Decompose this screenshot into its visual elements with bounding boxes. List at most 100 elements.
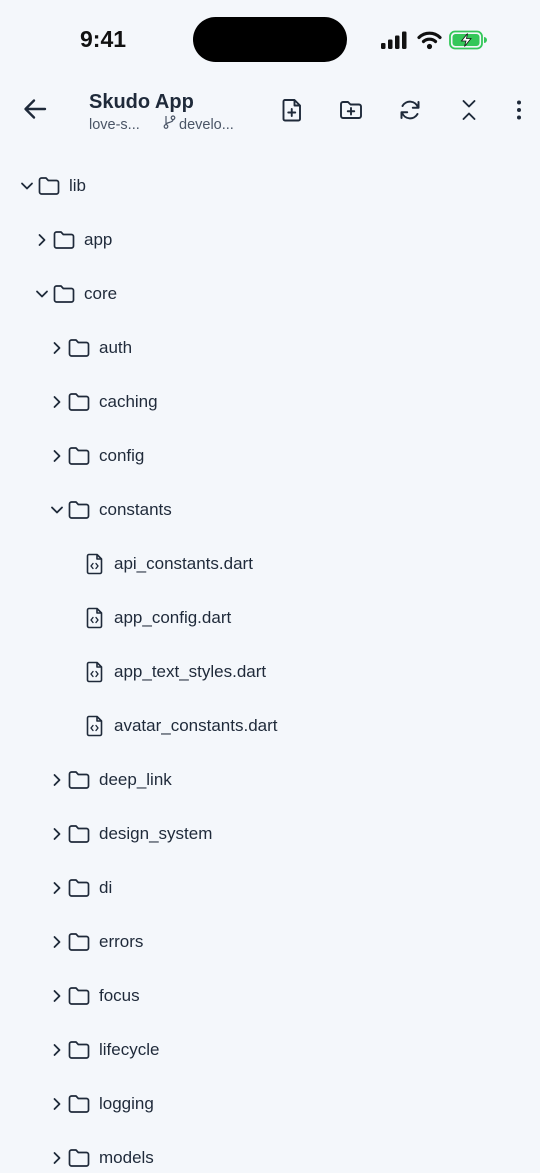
chevron-right-icon[interactable] — [50, 773, 64, 787]
tree-item-label: auth — [99, 338, 133, 357]
tree-item-label: lifecycle — [99, 1040, 160, 1059]
more-vertical-icon — [515, 99, 523, 126]
app-header: Skudo App love-s... develo... — [0, 80, 540, 142]
folder-icon — [68, 986, 90, 1006]
chevron-down-icon[interactable] — [20, 179, 34, 193]
wifi-icon — [417, 30, 442, 50]
tree-item-label: app_config.dart — [114, 608, 232, 627]
tree-file-row[interactable]: app_config.dart — [0, 591, 540, 645]
dynamic-island — [193, 17, 347, 62]
branch-info: develo... — [163, 115, 234, 134]
folder-icon — [68, 392, 90, 412]
tree-folder-row[interactable]: lifecycle — [0, 1023, 540, 1077]
back-button[interactable] — [18, 94, 52, 128]
folder-icon — [68, 932, 90, 952]
chevron-right-icon[interactable] — [50, 881, 64, 895]
tree-item-label: core — [84, 284, 118, 303]
chevron-down-icon[interactable] — [35, 287, 49, 301]
tree-item-label: app — [84, 230, 113, 249]
tree-folder-row[interactable]: design_system — [0, 807, 540, 861]
folder-icon — [53, 230, 75, 250]
refresh-button[interactable] — [393, 95, 427, 129]
tree-item-label: constants — [99, 500, 172, 519]
status-bar: 9:41 — [0, 0, 540, 80]
chevron-right-icon[interactable] — [35, 233, 49, 247]
page-title: Skudo App — [89, 91, 194, 113]
new-file-icon — [281, 98, 303, 127]
header-title-block: Skudo App love-s... develo... — [89, 90, 259, 134]
tree-folder-row[interactable]: di — [0, 861, 540, 915]
tree-item-label: focus — [99, 986, 140, 1005]
chevron-right-icon[interactable] — [50, 341, 64, 355]
chevron-down-icon[interactable] — [50, 503, 64, 517]
new-folder-icon — [339, 99, 363, 126]
dart-file-icon — [84, 715, 106, 737]
tree-file-row[interactable]: app_text_styles.dart — [0, 645, 540, 699]
folder-icon — [68, 1148, 90, 1168]
folder-icon — [38, 176, 60, 196]
cellular-signal-icon — [380, 30, 408, 50]
tree-item-label: caching — [99, 392, 158, 411]
tree-folder-row[interactable]: logging — [0, 1077, 540, 1131]
tree-folder-row[interactable]: focus — [0, 969, 540, 1023]
chevron-right-icon[interactable] — [50, 935, 64, 949]
tree-item-label: design_system — [99, 824, 213, 843]
tree-item-label: errors — [99, 932, 144, 951]
tree-item-label: config — [99, 446, 145, 465]
status-time: 9:41 — [80, 26, 127, 52]
tree-folder-row[interactable]: models — [0, 1131, 540, 1173]
dart-file-icon — [84, 553, 106, 575]
chevron-right-icon[interactable] — [50, 989, 64, 1003]
tree-folder-row[interactable]: constants — [0, 483, 540, 537]
chevron-right-icon[interactable] — [50, 1043, 64, 1057]
refresh-icon — [398, 98, 422, 127]
tree-item-label: deep_link — [99, 770, 172, 789]
tree-folder-row[interactable]: core — [0, 267, 540, 321]
tree-folder-row[interactable]: errors — [0, 915, 540, 969]
chevron-right-icon[interactable] — [50, 449, 64, 463]
battery-charging-icon — [449, 30, 487, 50]
tree-folder-row[interactable]: app — [0, 213, 540, 267]
chevron-right-icon[interactable] — [50, 827, 64, 841]
arrow-left-icon — [22, 96, 48, 127]
tree-item-label: api_constants.dart — [114, 554, 253, 573]
new-file-button[interactable] — [275, 95, 309, 129]
tree-file-row[interactable]: api_constants.dart — [0, 537, 540, 591]
tree-folder-row[interactable]: config — [0, 429, 540, 483]
folder-icon — [68, 770, 90, 790]
file-tree: lib app core auth caching config constants api_… — [0, 159, 540, 1173]
more-menu-button[interactable] — [502, 95, 536, 129]
tree-item-label: lib — [69, 176, 87, 195]
git-branch-icon — [163, 115, 179, 134]
folder-icon — [68, 446, 90, 466]
branch-name: develo... — [179, 116, 234, 133]
tree-item-label: logging — [99, 1094, 154, 1113]
tree-item-label: avatar_constants.dart — [114, 716, 278, 735]
collapse-all-button[interactable] — [452, 95, 486, 129]
status-icons — [380, 27, 487, 53]
folder-icon — [68, 1094, 90, 1114]
tree-file-row[interactable]: avatar_constants.dart — [0, 699, 540, 753]
tree-folder-row[interactable]: lib — [0, 159, 540, 213]
folder-icon — [68, 878, 90, 898]
file-explorer-screen: 9:41 Skudo App love-s... develo... lib a… — [0, 0, 540, 1173]
tree-item-label: di — [99, 878, 113, 897]
tree-item-label: models — [99, 1148, 154, 1167]
tree-folder-row[interactable]: caching — [0, 375, 540, 429]
dart-file-icon — [84, 607, 106, 629]
new-folder-button[interactable] — [334, 95, 368, 129]
dart-file-icon — [84, 661, 106, 683]
folder-icon — [68, 824, 90, 844]
tree-item-label: app_text_styles.dart — [114, 662, 267, 681]
chevron-right-icon[interactable] — [50, 1151, 64, 1165]
chevron-right-icon[interactable] — [50, 1097, 64, 1111]
tree-folder-row[interactable]: deep_link — [0, 753, 540, 807]
repo-name: love-s... — [89, 116, 140, 133]
tree-folder-row[interactable]: auth — [0, 321, 540, 375]
folder-icon — [68, 338, 90, 358]
folder-icon — [68, 1040, 90, 1060]
folder-icon — [53, 284, 75, 304]
folder-icon — [68, 500, 90, 520]
chevron-right-icon[interactable] — [50, 395, 64, 409]
collapse-all-icon — [458, 98, 480, 127]
